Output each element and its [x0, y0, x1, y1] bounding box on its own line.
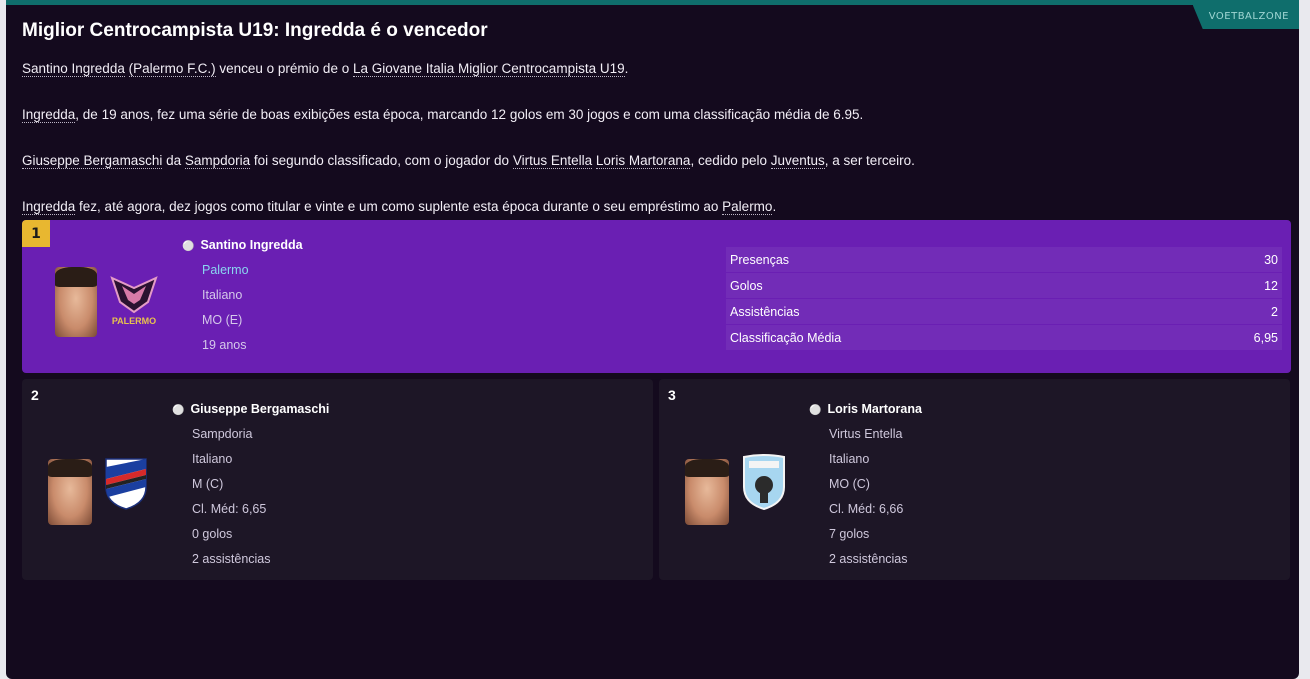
nationality: Italiano	[192, 452, 233, 466]
runner-up-card-2[interactable]: 2 ⚪ Giuseppe Bergamaschi Sampdoria Italia…	[22, 379, 653, 580]
stat-value: 2	[1271, 304, 1278, 319]
player-link[interactable]: Giuseppe Bergamaschi	[22, 153, 163, 169]
club-link[interactable]: Sampdoria	[184, 153, 251, 169]
goals: 0 golos	[192, 527, 233, 541]
rank-badge: 1	[22, 220, 50, 247]
rank-label: 2	[31, 387, 39, 403]
stat-row: Golos 12	[726, 273, 1282, 298]
paragraph-3: Giuseppe Bergamaschi da Sampdoria foi se…	[22, 153, 915, 169]
paragraph-1: Santino Ingredda (Palermo F.C.) venceu o…	[22, 61, 629, 77]
stats-table: Presenças 30 Golos 12 Assistências 2 Cla…	[726, 247, 1282, 351]
club-link[interactable]: (Palermo F.C.)	[128, 61, 216, 77]
winner-card[interactable]: 1 PALERMO ⚪ Santino Ingredda Palermo Ital…	[22, 220, 1291, 373]
player-face-image	[685, 459, 729, 525]
stat-label: Assistências	[730, 304, 800, 319]
text: fez, até agora, dez jogos como titular e…	[75, 199, 723, 214]
text: , cedido pelo	[690, 153, 771, 168]
stat-value: 12	[1264, 278, 1278, 293]
text: .	[624, 61, 629, 76]
nationality: Italiano	[202, 288, 243, 302]
position: MO (C)	[829, 477, 870, 491]
player-link[interactable]: Ingredda	[22, 199, 76, 215]
goals: 7 golos	[829, 527, 870, 541]
paragraph-4: Ingredda fez, até agora, dez jogos como …	[22, 199, 777, 215]
player-name-text: Santino Ingredda	[200, 238, 303, 252]
player-face-image	[55, 267, 97, 337]
news-panel: VOETBALZONE Miglior Centrocampista U19: …	[6, 0, 1299, 679]
palermo-crest-icon: PALERMO	[110, 276, 158, 326]
entella-crest-icon	[743, 454, 785, 511]
assists: 2 assistências	[829, 552, 908, 566]
age: 19 anos	[202, 338, 247, 352]
award-link[interactable]: La Giovane Italia Miglior Centrocampista…	[352, 61, 625, 77]
stat-label: Presenças	[730, 252, 790, 267]
player-link[interactable]: Santino Ingredda	[22, 61, 125, 77]
crest-text: PALERMO	[112, 316, 156, 326]
player-name[interactable]: ⚪ Santino Ingredda	[182, 238, 303, 252]
sampdoria-crest-icon	[105, 458, 147, 510]
position: MO (E)	[202, 313, 243, 327]
player-name-text: Giuseppe Bergamaschi	[190, 402, 330, 416]
club-link[interactable]: Virtus Entella	[829, 427, 902, 441]
player-name[interactable]: ⚪ Loris Martorana	[809, 402, 922, 416]
source-tag: VOETBALZONE	[1192, 5, 1299, 29]
assists: 2 assistências	[192, 552, 271, 566]
position: M (C)	[192, 477, 224, 491]
person-icon: ⚪	[182, 241, 195, 252]
club-link[interactable]: Palermo	[202, 263, 249, 277]
club-link[interactable]: Sampdoria	[192, 427, 252, 441]
text: , de 19 anos, fez uma série de boas exib…	[75, 107, 864, 122]
text: da	[162, 153, 185, 168]
player-name[interactable]: ⚪ Giuseppe Bergamaschi	[172, 402, 329, 416]
club-link[interactable]: Palermo	[722, 199, 773, 215]
stat-label: Classificação Média	[730, 330, 842, 345]
news-title: Miglior Centrocampista U19: Ingredda é o…	[22, 20, 488, 41]
rating: Cl. Méd: 6,66	[829, 502, 904, 516]
stat-label: Golos	[730, 278, 763, 293]
stat-row: Presenças 30	[726, 247, 1282, 272]
text: foi segundo classificado, com o jogador …	[250, 153, 513, 168]
player-face-image	[48, 459, 92, 525]
player-link[interactable]: Loris Martorana	[595, 153, 691, 169]
person-icon: ⚪	[809, 405, 822, 416]
club-link[interactable]: Virtus Entella	[512, 153, 593, 169]
text: .	[772, 199, 777, 214]
paragraph-2: Ingredda, de 19 anos, fez uma série de b…	[22, 107, 864, 123]
text: , a ser terceiro.	[824, 153, 915, 168]
player-link[interactable]: Ingredda	[22, 107, 76, 123]
club-link[interactable]: Juventus	[770, 153, 825, 169]
nationality: Italiano	[829, 452, 870, 466]
player-name-text: Loris Martorana	[827, 402, 922, 416]
stat-value: 6,95	[1253, 330, 1278, 345]
stat-value: 30	[1264, 252, 1278, 267]
stat-row: Assistências 2	[726, 299, 1282, 324]
rank-label: 3	[668, 387, 676, 403]
person-icon: ⚪	[172, 405, 185, 416]
text: venceu o prémio de o	[215, 61, 353, 76]
stat-row: Classificação Média 6,95	[726, 325, 1282, 350]
runner-up-card-3[interactable]: 3 ⚪ Loris Martorana Virtus Entella Italia…	[659, 379, 1290, 580]
rating: Cl. Méd: 6,65	[192, 502, 267, 516]
